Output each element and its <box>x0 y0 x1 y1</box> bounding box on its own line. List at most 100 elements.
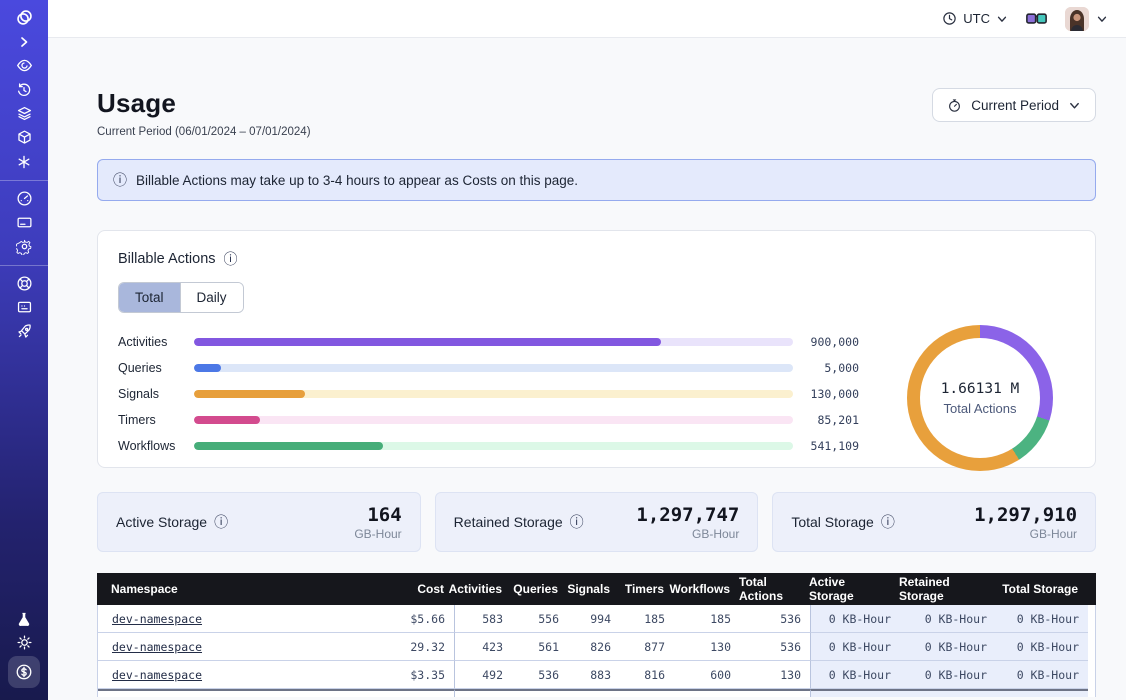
billable-actions-title: Billable Actions <box>118 251 216 267</box>
bar-row: Timers 85,201 <box>118 411 859 428</box>
account-menu[interactable] <box>1065 7 1108 31</box>
storage-summary-row: Active Storage ⓘ 164 GB-Hour Retained St… <box>97 492 1096 552</box>
labs-glasses-icon[interactable] <box>1026 12 1047 26</box>
cell-workflows: 600 <box>674 661 740 689</box>
tab-daily[interactable]: Daily <box>180 283 243 312</box>
namespace-link[interactable]: dev-namespace <box>112 640 202 654</box>
total-storage-value: 1,297,910 <box>974 504 1077 526</box>
donut-center: 1.66131 M Total Actions <box>920 338 1040 458</box>
bar-fill <box>194 442 383 450</box>
layers-icon[interactable] <box>0 102 48 125</box>
bar-row: Queries 5,000 <box>118 359 859 376</box>
sidebar <box>0 0 48 700</box>
cell-active-storage: 0 KB-Hour <box>810 633 900 661</box>
bar-value: 85,201 <box>793 413 859 427</box>
cell-workflows: 185 <box>674 605 740 633</box>
table-row: dev-namespace $5.66 583 556 994 185 185 … <box>98 605 1095 633</box>
bar-track <box>194 364 793 372</box>
cell-workflows: 130 <box>674 633 740 661</box>
tab-total[interactable]: Total <box>119 283 180 312</box>
lab-flask-icon[interactable] <box>0 607 48 630</box>
col-timers: Timers <box>619 573 673 605</box>
donut-chart: 1.66131 M Total Actions <box>885 325 1075 471</box>
retained-storage-label: Retained Storage <box>454 514 563 530</box>
col-active-storage: Active Storage <box>809 573 899 605</box>
billing-card-icon[interactable] <box>0 211 48 234</box>
namespaces-icon[interactable] <box>0 54 48 77</box>
theme-sun-icon[interactable] <box>0 631 48 654</box>
cell-cost: $5.66 <box>360 605 454 633</box>
info-icon[interactable]: ⓘ <box>570 512 584 532</box>
usage-gauge-icon[interactable] <box>0 187 48 210</box>
table-body: dev-namespace $5.66 583 556 994 185 185 … <box>97 605 1096 697</box>
info-icon[interactable]: ⓘ <box>214 512 228 532</box>
namespace-link[interactable]: dev-namespace <box>112 612 202 626</box>
clock-icon <box>942 11 957 26</box>
col-cost: Cost <box>359 573 453 605</box>
cell-signals: 883 <box>568 661 620 689</box>
total-storage-card: Total Storage ⓘ 1,297,910 GB-Hour <box>772 492 1096 552</box>
info-banner: ⓘ Billable Actions may take up to 3-4 ho… <box>97 159 1096 201</box>
col-signals: Signals <box>567 573 619 605</box>
timezone-selector[interactable]: UTC <box>942 11 1008 26</box>
pricing-coin-icon[interactable] <box>0 655 48 689</box>
col-activities: Activities <box>453 573 511 605</box>
col-workflows: Workflows <box>673 573 739 605</box>
table-row: dev-namespace $3.35 492 536 883 816 600 … <box>98 661 1095 689</box>
bar-label: Timers <box>118 413 194 427</box>
cell-cost: 29.32 <box>360 633 454 661</box>
bar-chart: Activities 900,000 Queries 5,000 Signals… <box>118 333 885 463</box>
temporal-logo-icon[interactable] <box>0 6 48 29</box>
total-actions-value: 1.66131 M <box>941 381 1020 397</box>
cube-icon[interactable] <box>0 126 48 149</box>
bar-label: Activities <box>118 335 194 349</box>
bar-value: 130,000 <box>793 387 859 401</box>
active-storage-unit: GB-Hour <box>354 527 401 541</box>
cell-signals: 994 <box>568 605 620 633</box>
donut-ring: 1.66131 M Total Actions <box>907 325 1053 471</box>
chevron-down-icon <box>1096 13 1108 25</box>
sidebar-divider <box>0 180 48 181</box>
info-icon[interactable]: ⓘ <box>224 249 238 269</box>
cell-timers: 816 <box>620 661 674 689</box>
namespace-link[interactable]: dev-namespace <box>112 668 202 682</box>
retained-storage-card: Retained Storage ⓘ 1,297,747 GB-Hour <box>435 492 759 552</box>
col-retained-storage: Retained Storage <box>899 573 995 605</box>
history-icon[interactable] <box>0 78 48 101</box>
col-namespace: Namespace <box>97 573 359 605</box>
cell-total-storage: 0 KB-Hour <box>996 605 1088 633</box>
collapse-chevron-icon[interactable] <box>0 30 48 53</box>
support-lifebuoy-icon[interactable] <box>0 272 48 295</box>
period-dropdown-label: Current Period <box>971 98 1059 113</box>
cell-active-storage: 0 KB-Hour <box>810 605 900 633</box>
billable-actions-card: Billable Actions ⓘ Total Daily Activitie… <box>97 230 1096 468</box>
cell-signals: 826 <box>568 633 620 661</box>
selected-icon-highlight <box>8 656 40 688</box>
cell-activities: 583 <box>454 605 512 633</box>
getting-started-rocket-icon[interactable] <box>0 320 48 343</box>
cell-queries: 556 <box>512 605 568 633</box>
bar-fill <box>194 338 661 346</box>
cell-retained-storage: 0 KB-Hour <box>900 633 996 661</box>
billable-chart: Activities 900,000 Queries 5,000 Signals… <box>118 333 1075 471</box>
cell-total-storage: 0 KB-Hour <box>996 633 1088 661</box>
table-header-row: Namespace Cost Activities Queries Signal… <box>97 573 1096 605</box>
period-dropdown-button[interactable]: Current Period <box>932 88 1096 122</box>
info-icon[interactable]: ⓘ <box>881 512 895 532</box>
table-row: dev-namespace 29.32 423 561 826 877 130 … <box>98 633 1095 661</box>
col-total-storage: Total Storage <box>995 573 1087 605</box>
avatar <box>1065 7 1089 31</box>
bar-track <box>194 442 793 450</box>
docs-monitor-icon[interactable] <box>0 296 48 319</box>
retained-storage-value: 1,297,747 <box>636 504 739 526</box>
bar-row: Signals 130,000 <box>118 385 859 402</box>
bar-fill <box>194 390 305 398</box>
page-header: Usage Current Period (06/01/2024 – 07/01… <box>97 88 1096 138</box>
chevron-down-icon <box>996 13 1008 25</box>
cell-retained-storage: 0 KB-Hour <box>900 661 996 689</box>
col-queries: Queries <box>511 573 567 605</box>
namespace-usage-table: Namespace Cost Activities Queries Signal… <box>97 573 1096 697</box>
active-storage-value: 164 <box>354 504 401 526</box>
asterisk-icon[interactable] <box>0 150 48 173</box>
settings-gear-icon[interactable] <box>0 235 48 258</box>
